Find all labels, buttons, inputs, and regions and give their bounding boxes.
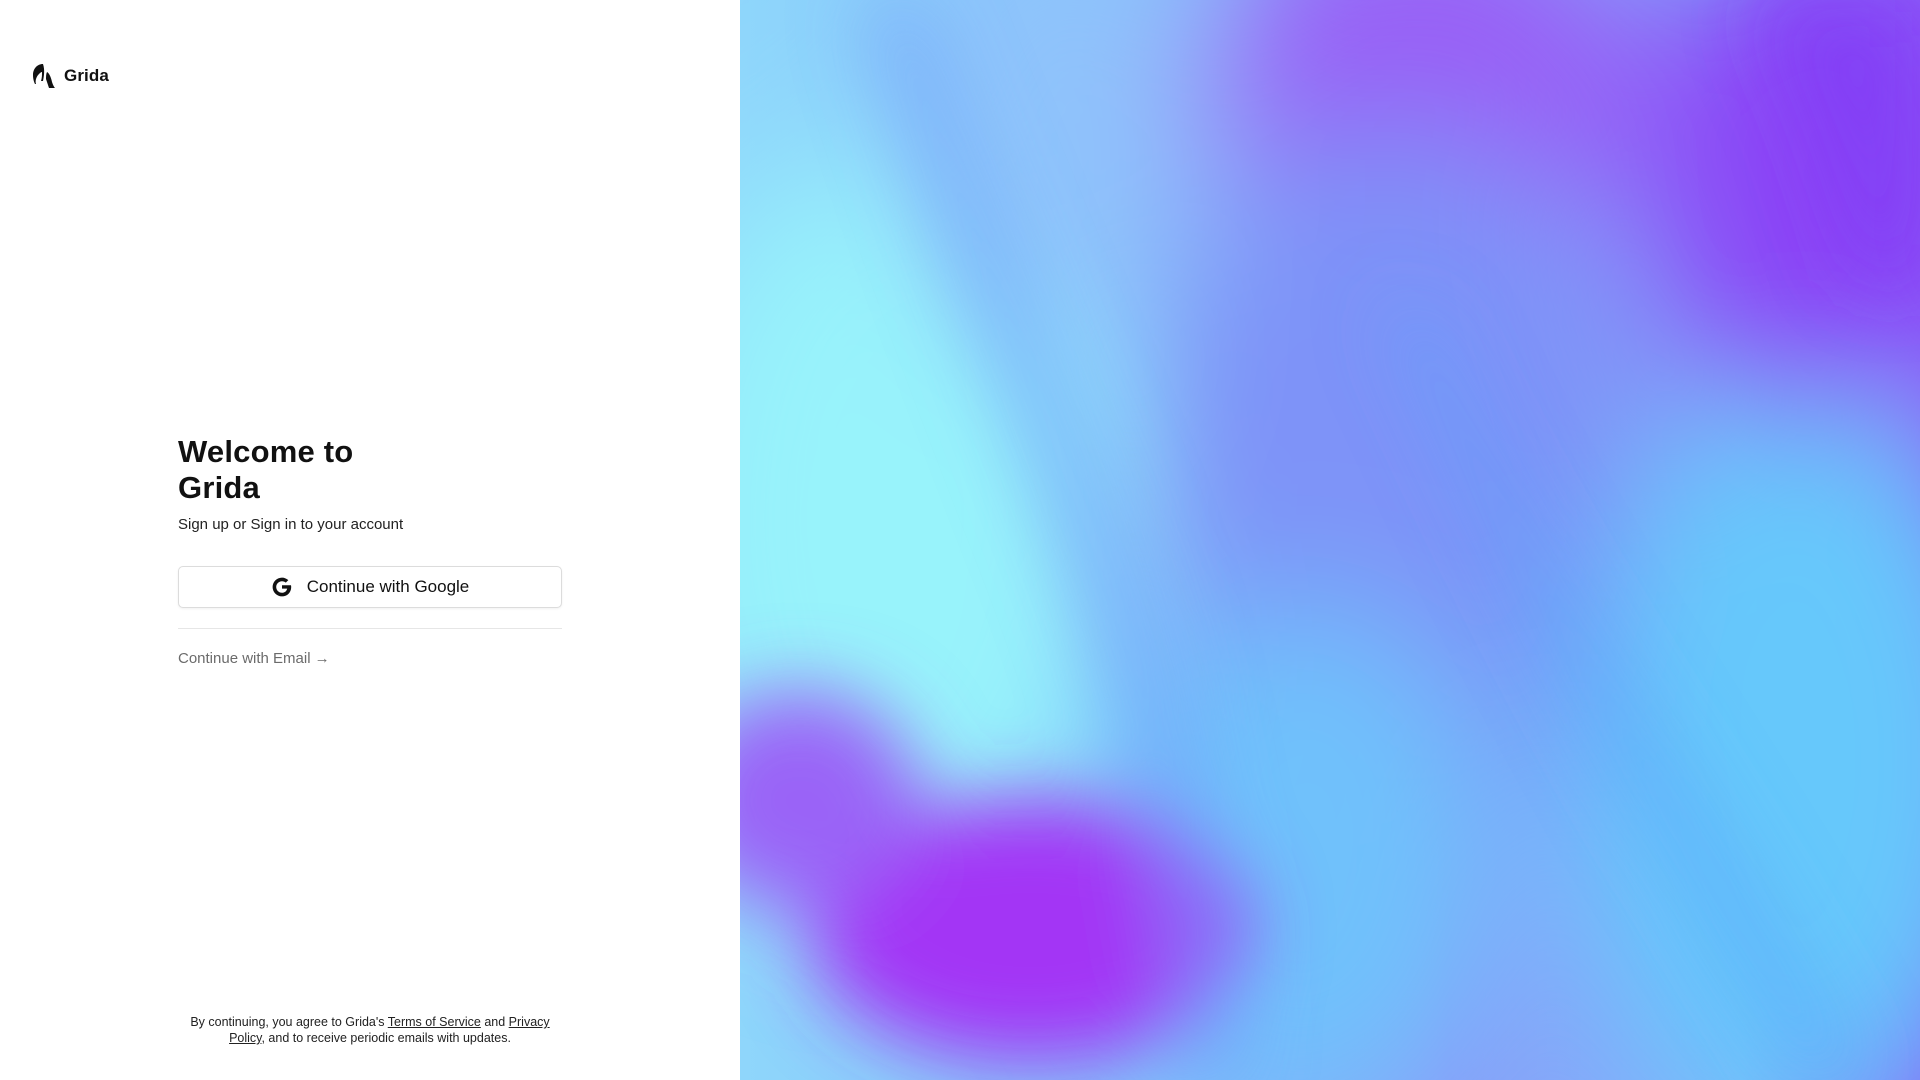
- legal-middle: and: [480, 1015, 509, 1029]
- brand-name: Grida: [64, 66, 109, 85]
- grida-logo-icon: [33, 64, 55, 88]
- legal-suffix: , and to receive periodic emails with up…: [261, 1031, 511, 1045]
- legal-notice: By continuing, you agree to Grida's Term…: [178, 1014, 562, 1046]
- continue-with-email-link[interactable]: Continue with Email →: [178, 650, 330, 667]
- brand-link[interactable]: Grida: [31, 62, 109, 90]
- google-button-label: Continue with Google: [306, 577, 470, 596]
- page-subtitle: Sign up or Sign in to your account: [178, 516, 404, 533]
- auth-panel: Grida Welcome to Grida Sign up or Sign i…: [0, 0, 740, 1080]
- email-link-label: Continue with Email: [178, 650, 311, 667]
- arrow-right-icon: →: [314, 650, 330, 667]
- auth-form: Welcome to Grida Sign up or Sign in to y…: [178, 434, 562, 668]
- terms-of-service-link[interactable]: Terms of Service: [388, 1015, 481, 1029]
- signin-page: Grida Welcome to Grida Sign up or Sign i…: [0, 0, 1920, 1080]
- divider: [178, 628, 562, 629]
- continue-with-google-button[interactable]: Continue with Google: [178, 566, 562, 608]
- page-title: Welcome to Grida: [178, 434, 354, 505]
- google-g-icon: [272, 577, 291, 597]
- legal-prefix: By continuing, you agree to Grida's: [190, 1015, 388, 1029]
- gradient-art: [740, 0, 1920, 1080]
- hero-gradient-panel: [740, 0, 1920, 1080]
